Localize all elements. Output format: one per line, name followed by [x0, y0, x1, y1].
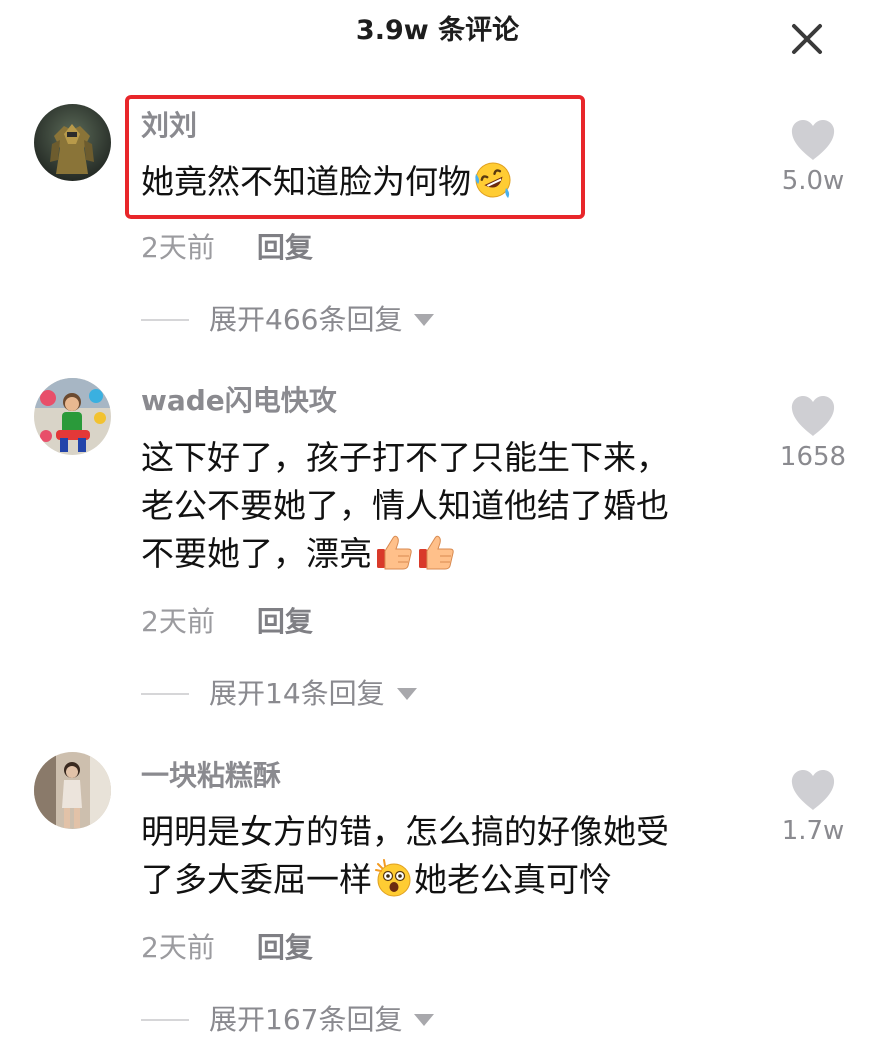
avatar[interactable]: [34, 104, 111, 181]
caret-down-icon: [414, 314, 435, 326]
comment-count-title: 3.9w 条评论: [355, 15, 520, 46]
avatar[interactable]: [34, 378, 111, 455]
comment-meta: 2天前 回复: [141, 930, 313, 966]
thumbs-up-emoji: [374, 532, 414, 572]
reply-button[interactable]: 回复: [257, 605, 313, 638]
comment-text: 这下好了，孩子打不了只能生下来， 老公不要她了，情人知道他结了婚也 不要她了，漂…: [141, 434, 741, 578]
heart-icon: [791, 120, 835, 160]
caret-down-icon: [414, 1014, 435, 1026]
expand-replies-button[interactable]: 展开14条回复: [141, 676, 417, 712]
expand-replies-button[interactable]: 展开167条回复: [141, 1002, 435, 1038]
comment-text-line: 不要她了，漂亮: [141, 534, 372, 573]
comment-time: 2天前: [141, 605, 215, 638]
avatar[interactable]: [34, 752, 111, 829]
like-count: 5.0w: [781, 166, 845, 196]
reply-button[interactable]: 回复: [257, 231, 313, 264]
expand-replies-label: 展开466条回复: [209, 303, 403, 336]
like-button[interactable]: 1658: [770, 394, 856, 474]
like-count: 1.7w: [781, 816, 845, 846]
heart-icon: [791, 396, 835, 436]
expand-replies-label: 展开167条回复: [209, 1003, 403, 1036]
comment-text-line: 这下好了，孩子打不了只能生下来，: [141, 438, 669, 477]
comment-meta: 2天前 回复: [141, 230, 313, 266]
comment-text-line-with-emoji: 了多大委屈一样 她老公真可怜: [141, 856, 741, 904]
like-button[interactable]: 5.0w: [770, 118, 856, 198]
astonished-face-emoji: [374, 858, 414, 898]
reply-button[interactable]: 回复: [257, 931, 313, 964]
comment-text: 明明是女方的错，怎么搞的好像她受 了多大委屈一样 她老公真可怜: [141, 808, 741, 904]
divider-line: [141, 693, 189, 695]
comment-text-line: 了多大委屈一样: [141, 860, 372, 899]
highlight-box: [125, 95, 585, 219]
comment-time: 2天前: [141, 231, 215, 264]
like-button[interactable]: 1.7w: [770, 768, 856, 848]
comment-meta: 2天前 回复: [141, 604, 313, 640]
divider-line: [141, 1019, 189, 1021]
heart-icon: [791, 770, 835, 810]
comment-username[interactable]: 一块粘糕酥: [141, 758, 281, 794]
comment-username[interactable]: wade闪电快攻: [141, 383, 337, 419]
like-count: 1658: [779, 442, 847, 472]
thumbs-up-emoji: [416, 532, 456, 572]
caret-down-icon: [396, 688, 417, 700]
comment-text-line: 明明是女方的错，怎么搞的好像她受: [141, 812, 669, 851]
comment-text-line-with-emoji: 不要她了，漂亮: [141, 530, 741, 578]
expand-replies-label: 展开14条回复: [209, 677, 385, 710]
close-icon[interactable]: [782, 14, 832, 64]
comment-time: 2天前: [141, 931, 215, 964]
comment-text-line: 她老公真可怜: [414, 860, 612, 899]
comment-text-line: 老公不要她了，情人知道他结了婚也: [141, 486, 669, 525]
expand-replies-button[interactable]: 展开466条回复: [141, 302, 435, 338]
comments-header: 3.9w 条评论: [0, 0, 875, 66]
divider-line: [141, 319, 189, 321]
